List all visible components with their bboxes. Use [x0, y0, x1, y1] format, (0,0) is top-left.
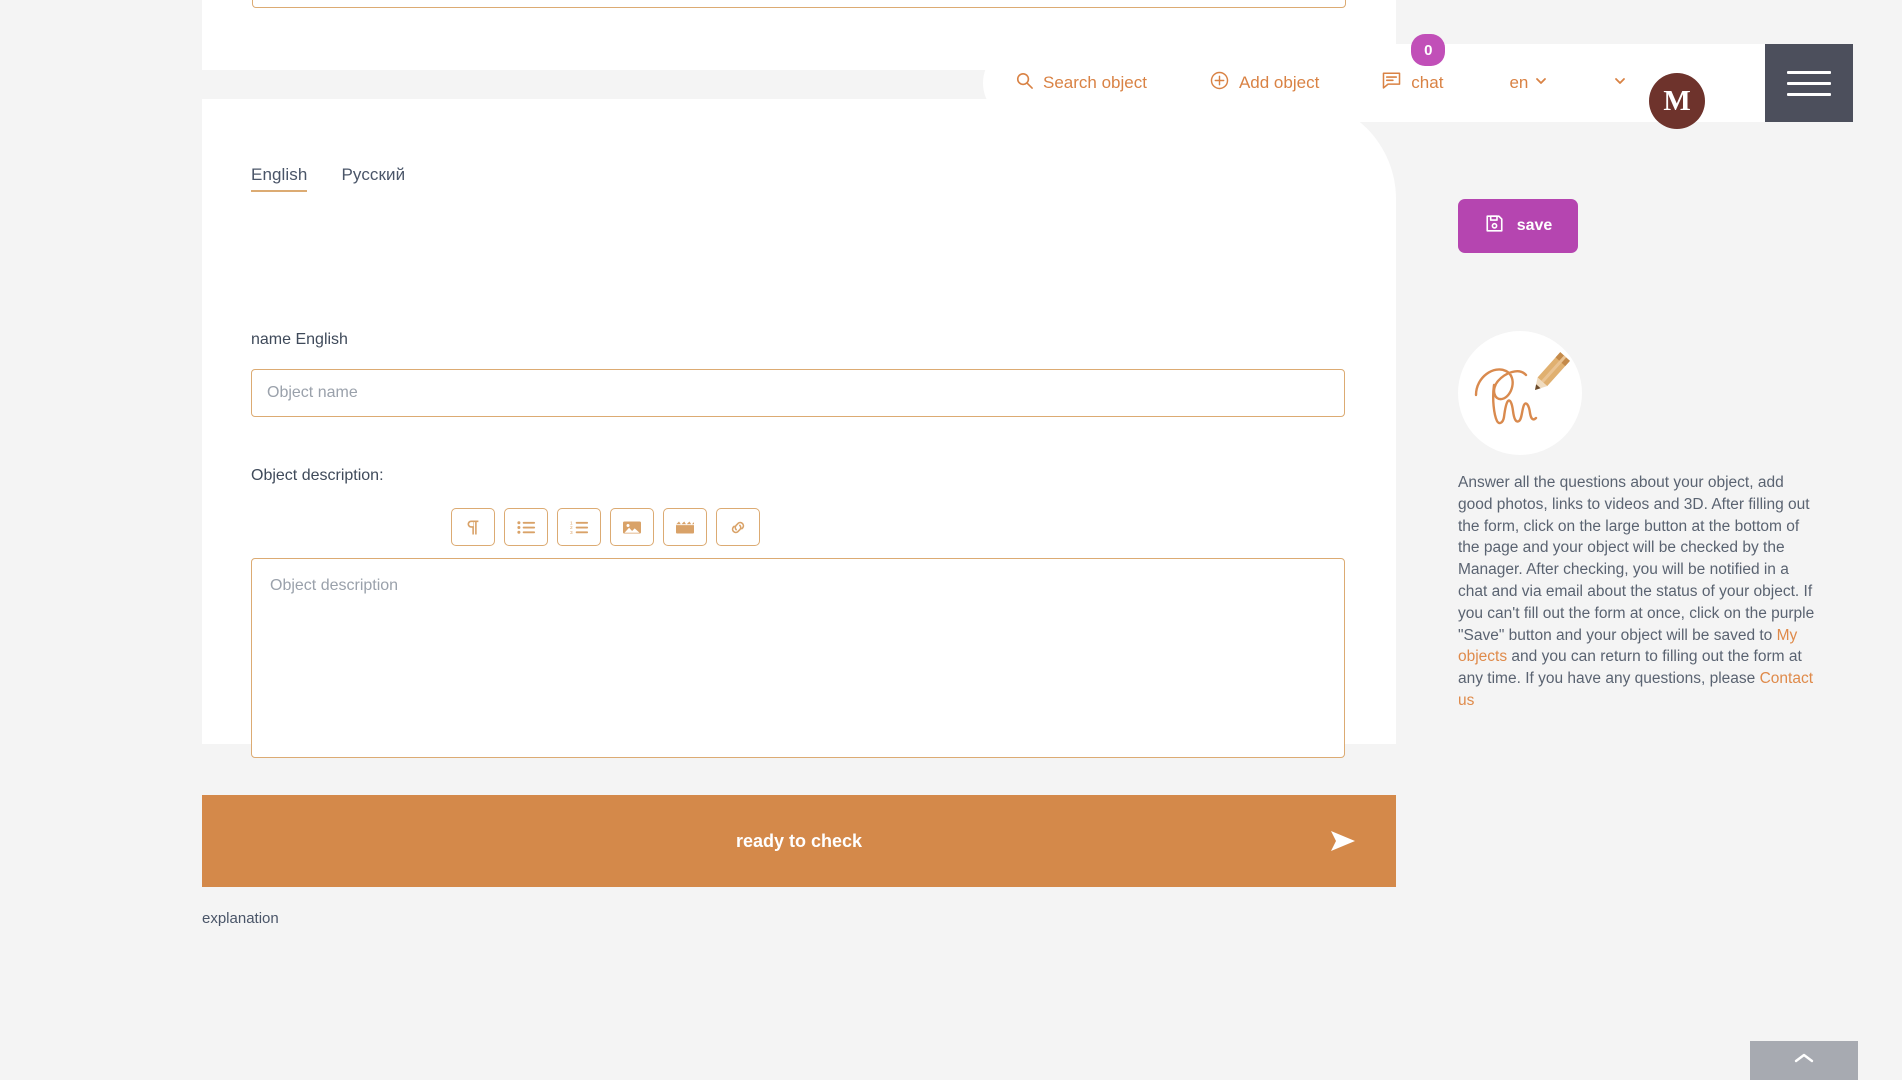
add-object-label: Add object: [1238, 73, 1320, 92]
previous-field-input[interactable]: [252, 0, 1346, 8]
search-object-button[interactable]: Search object: [1015, 71, 1147, 95]
scroll-to-top-button[interactable]: [1750, 1041, 1858, 1080]
hamburger-icon-bar: [1787, 81, 1831, 85]
hamburger-menu-button[interactable]: [1765, 44, 1853, 122]
chat-button[interactable]: 0 chat: [1381, 34, 1446, 96]
chevron-down-icon: [1613, 73, 1627, 93]
hamburger-icon-bar: [1787, 70, 1831, 74]
chat-icon: [1381, 70, 1402, 96]
explanation-label: explanation: [202, 910, 279, 927]
image-icon: [622, 519, 642, 536]
object-form-card: English Русский name English Object desc…: [202, 99, 1396, 758]
insert-link-button[interactable]: [716, 508, 760, 546]
floppy-disk-icon: [1484, 213, 1505, 239]
search-object-label: Search object: [1043, 73, 1147, 92]
instructions-part-1: Answer all the questions about your obje…: [1458, 474, 1815, 644]
name-field-label: name English: [251, 331, 348, 348]
description-field-label: Object description:: [251, 467, 384, 484]
bullet-list-button[interactable]: [504, 508, 548, 546]
plus-circle-icon: [1209, 70, 1230, 96]
search-icon: [1015, 71, 1034, 95]
svg-text:3: 3: [570, 529, 573, 535]
language-label: en: [1509, 73, 1529, 92]
bullet-list-icon: [516, 519, 536, 536]
ready-to-check-label: ready to check: [735, 830, 863, 851]
signature-pencil-icon: [1474, 352, 1570, 425]
instructions-part-2: and you can return to filling out the fo…: [1458, 648, 1802, 688]
save-button-label: save: [1516, 217, 1553, 234]
object-name-input[interactable]: [251, 369, 1345, 417]
chevron-up-icon: [1793, 1051, 1815, 1070]
add-object-button[interactable]: Add object: [1209, 70, 1319, 96]
paragraph-button[interactable]: [451, 508, 495, 546]
chat-unread-badge: 0: [1411, 34, 1446, 66]
avatar-initial: M: [1663, 84, 1691, 117]
user-menu-toggle[interactable]: [1613, 73, 1627, 93]
language-tabs: English Русский: [251, 165, 405, 192]
link-icon: [728, 519, 748, 536]
page-root: English Русский name English Object desc…: [0, 0, 1902, 1080]
instructions-text: Answer all the questions about your obje…: [1458, 472, 1818, 712]
chevron-down-icon: [1534, 73, 1548, 93]
numbered-list-button[interactable]: 1 2 3: [557, 508, 601, 546]
paragraph-icon: [465, 519, 482, 536]
chat-label: chat: [1411, 73, 1444, 92]
ready-to-check-button[interactable]: ready to check: [202, 795, 1396, 887]
avatar[interactable]: M: [1649, 73, 1705, 129]
tab-russian-label: Русский: [341, 165, 406, 184]
editor-toolbar: 1 2 3: [451, 508, 760, 546]
numbered-list-icon: 1 2 3: [570, 519, 589, 536]
insert-video-button[interactable]: [663, 508, 707, 546]
send-arrow-icon: [1330, 830, 1356, 852]
hamburger-icon-bar: [1787, 92, 1831, 96]
insert-image-button[interactable]: [610, 508, 654, 546]
tab-english-label: English: [251, 165, 308, 184]
tab-english[interactable]: English: [251, 165, 308, 192]
save-button[interactable]: save: [1458, 199, 1578, 253]
signature-logo: [1458, 331, 1582, 455]
language-selector[interactable]: en: [1509, 73, 1548, 93]
object-description-textarea[interactable]: [251, 558, 1345, 758]
video-icon: [675, 519, 695, 536]
tab-russian[interactable]: Русский: [341, 165, 405, 192]
